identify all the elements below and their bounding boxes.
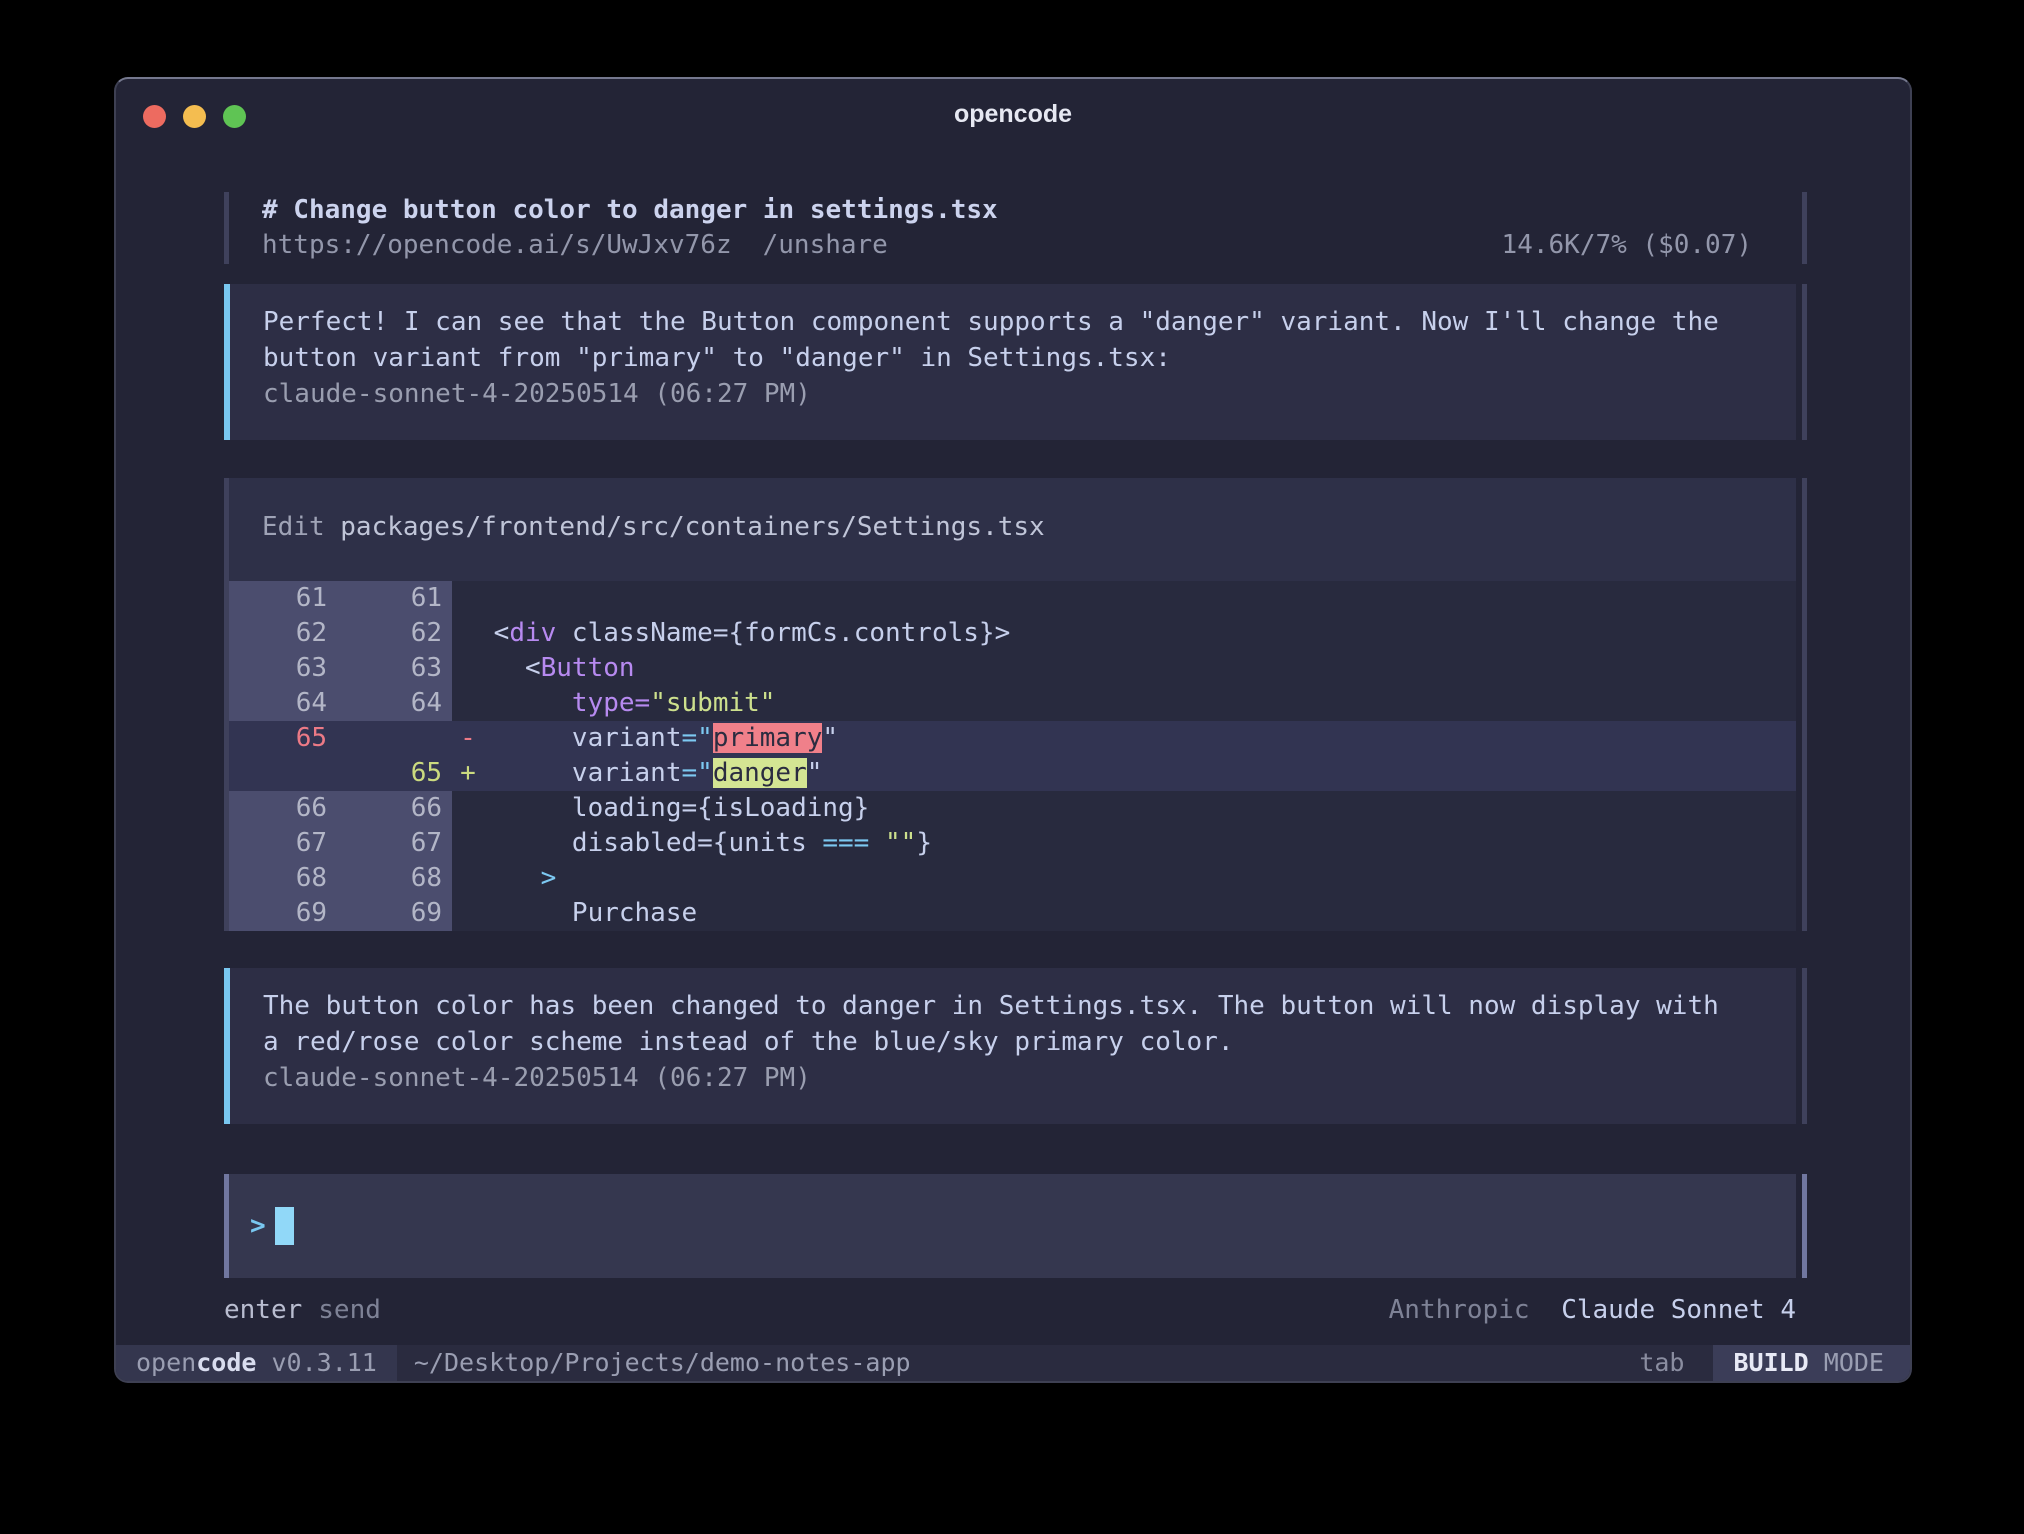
diff-row: 6464 type="submit" [229,686,1796,721]
token-usage: 14.6K/7% ($0.07) [1502,228,1752,263]
share-url-link[interactable]: https://opencode.ai/s/UwJxv76z [262,228,732,263]
diff-row: 6969 Purchase [229,896,1796,931]
diff-row: 6161 [229,581,1796,616]
app-version: v0.3.11 [256,1348,376,1377]
diff-row: 6363 <Button [229,651,1796,686]
model-info: Anthropic Claude Sonnet 4 [1389,1292,1796,1328]
prompt-input[interactable]: > [224,1174,1796,1278]
app-name-code: code [196,1348,256,1377]
text-cursor [275,1207,294,1245]
assistant-message: The button color has been changed to dan… [224,968,1796,1124]
tool-target-path: packages/frontend/src/containers/Setting… [340,512,1044,542]
app-name-open: open [136,1348,196,1377]
edit-tool-header: Edit packages/frontend/src/containers/Se… [229,478,1796,581]
app-version-chip: opencode v0.3.11 [116,1345,397,1381]
edit-tool-block: Edit packages/frontend/src/containers/Se… [224,478,1796,931]
unshare-command[interactable]: /unshare [763,228,888,263]
hint-row: enter send Anthropic Claude Sonnet 4 [224,1292,1796,1328]
diff-rows: 61616262 <div className={formCs.controls… [229,581,1796,931]
working-directory: ~/Desktop/Projects/demo-notes-app [414,1345,911,1381]
diff-row: 6868 > [229,861,1796,896]
model-name: Claude Sonnet 4 [1561,1295,1796,1325]
session-title: # Change button color to danger in setti… [262,193,1796,228]
tab-key-hint: tab [1639,1345,1684,1381]
window-title: opencode [116,100,1910,129]
opencode-window: opencode # Change button color to danger… [114,77,1912,1383]
session-subline: https://opencode.ai/s/UwJxv76z /unshare … [262,228,1796,263]
assistant-message-text: The button color has been changed to dan… [263,988,1762,1060]
tool-action-label: Edit [262,512,325,542]
diff-row: 6666 loading={isLoading} [229,791,1796,826]
assistant-message: Perfect! I can see that the Button compo… [224,284,1796,440]
enter-key-hint: enter [224,1292,302,1328]
assistant-message-text: Perfect! I can see that the Button compo… [263,304,1762,376]
conversation-column: # Change button color to danger in setti… [224,135,1808,1328]
mode-name: BUILD [1733,1348,1823,1377]
provider-name: Anthropic [1389,1295,1530,1325]
assistant-message-meta: claude-sonnet-4-20250514 (06:27 PM) [263,1060,1762,1096]
mode-toggle-chip[interactable]: BUILD MODE [1713,1345,1910,1381]
status-bar: opencode v0.3.11 ~/Desktop/Projects/demo… [116,1345,1910,1381]
session-header: # Change button color to danger in setti… [224,192,1796,264]
assistant-message-meta: claude-sonnet-4-20250514 (06:27 PM) [263,376,1762,412]
send-hint-label: send [318,1292,381,1328]
prompt-chevron: > [250,1211,266,1241]
diff-row: 6767 disabled={units === ""} [229,826,1796,861]
diff-row: 6262 <div className={formCs.controls}> [229,616,1796,651]
mode-label: MODE [1824,1348,1884,1377]
status-bar-right: tab BUILD MODE [1639,1345,1910,1381]
diff-row: 65+ variant="danger" [229,756,1796,791]
titlebar: opencode [116,79,1910,135]
diff-row: 65- variant="primary" [229,721,1796,756]
